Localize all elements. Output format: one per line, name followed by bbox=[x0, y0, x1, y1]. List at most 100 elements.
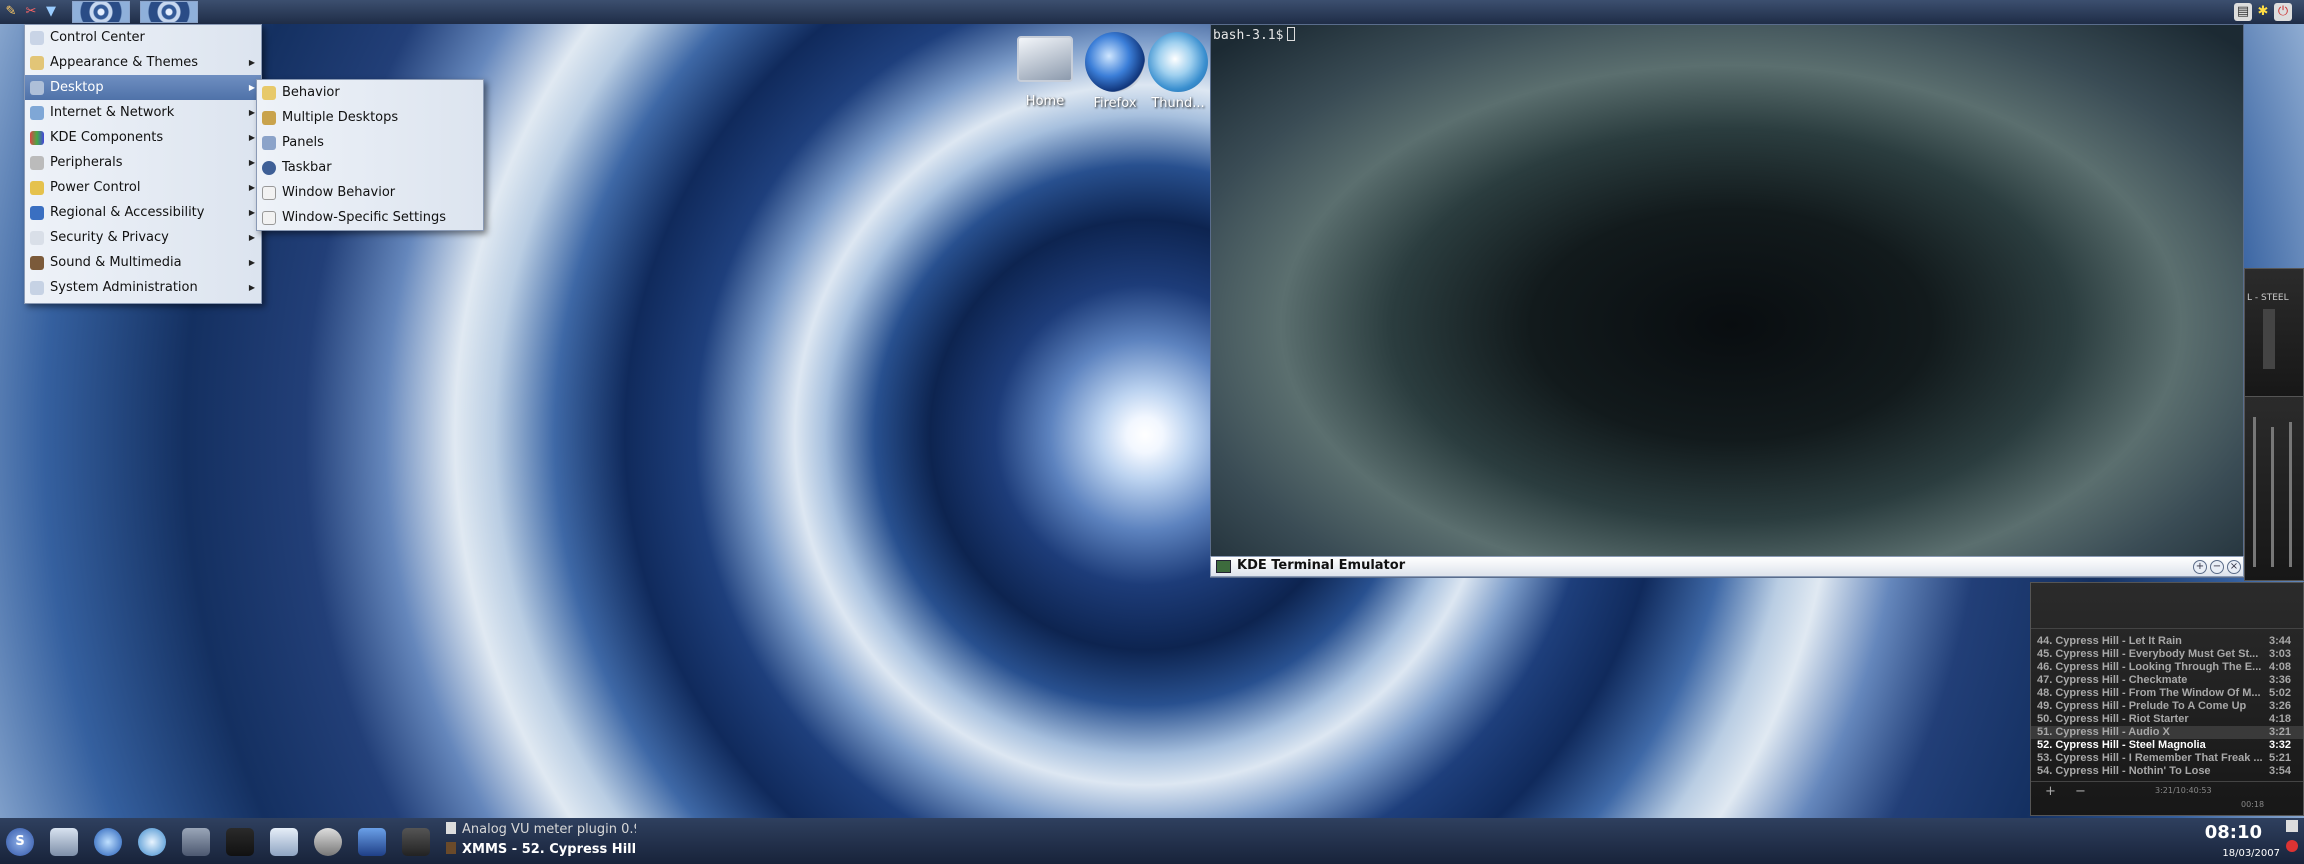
terminal-titlebar[interactable]: KDE Terminal Emulator + − × bbox=[1210, 556, 2244, 577]
tux-launcher-icon[interactable] bbox=[314, 828, 342, 856]
menu-item-power-control[interactable]: Power Control ▶ bbox=[25, 175, 261, 200]
menu-item-control-center[interactable]: Control Center bbox=[25, 25, 261, 50]
playlist-row[interactable]: 45. Cypress Hill - Everybody Must Get St… bbox=[2031, 648, 2303, 661]
playlist-row[interactable]: 53. Cypress Hill - I Remember That Freak… bbox=[2031, 752, 2303, 765]
xmms-main-window[interactable]: L - STEEL bbox=[2244, 268, 2304, 398]
firefox-launcher-icon[interactable] bbox=[94, 828, 122, 856]
gimp-launcher-icon[interactable] bbox=[182, 828, 210, 856]
konsole-launcher-icon[interactable] bbox=[270, 828, 298, 856]
submenu-item-taskbar[interactable]: Taskbar bbox=[257, 155, 483, 180]
menu-item-label: Panels bbox=[282, 135, 324, 150]
desktop-icon bbox=[30, 81, 44, 95]
menu-item-label: Internet & Network bbox=[50, 105, 175, 120]
kmenu-settings: Control Center Appearance & Themes ▶ Desk… bbox=[24, 24, 262, 304]
menu-item-regional[interactable]: Regional & Accessibility ▶ bbox=[25, 200, 261, 225]
taskbar-task-xmms[interactable]: XMMS - 52. Cypress Hill bbox=[446, 842, 636, 862]
menu-item-peripherals[interactable]: Peripherals ▶ bbox=[25, 150, 261, 175]
playlist-status: 3:21/10:40:53 bbox=[2155, 786, 2212, 795]
add-icon[interactable]: + bbox=[2045, 784, 2056, 799]
menu-item-security[interactable]: Security & Privacy ▶ bbox=[25, 225, 261, 250]
menu-item-system-admin[interactable]: System Administration ▶ bbox=[25, 275, 261, 300]
mixer-launcher-icon[interactable] bbox=[402, 828, 430, 856]
menu-item-label: Behavior bbox=[282, 85, 340, 100]
desktop-icon-home[interactable]: Home bbox=[1010, 32, 1080, 109]
desktop-launcher-icon[interactable] bbox=[50, 828, 78, 856]
tray-icon[interactable] bbox=[2286, 820, 2298, 832]
remove-icon[interactable]: − bbox=[2075, 784, 2086, 799]
playlist-row[interactable]: 49. Cypress Hill - Prelude To A Come Up 3… bbox=[2031, 700, 2303, 713]
menu-item-sound[interactable]: Sound & Multimedia ▶ bbox=[25, 250, 261, 275]
submenu-item-window-specific[interactable]: Window-Specific Settings bbox=[257, 205, 483, 230]
submenu-item-window-behavior[interactable]: Window Behavior bbox=[257, 180, 483, 205]
pager-desktop-2[interactable] bbox=[140, 1, 198, 23]
inkscape-launcher-icon[interactable] bbox=[226, 828, 254, 856]
eq-slider[interactable] bbox=[2289, 422, 2292, 567]
kde-components-icon bbox=[30, 131, 44, 145]
submenu-item-multiple-desktops[interactable]: Multiple Desktops bbox=[257, 105, 483, 130]
menu-item-appearance[interactable]: Appearance & Themes ▶ bbox=[25, 50, 261, 75]
clipboard-icon[interactable]: ▤ bbox=[2234, 3, 2252, 21]
eq-slider[interactable] bbox=[2271, 427, 2274, 567]
kmenu-button[interactable]: S bbox=[6, 828, 34, 856]
submenu-arrow-icon: ▶ bbox=[248, 83, 255, 92]
submenu-item-panels[interactable]: Panels bbox=[257, 130, 483, 155]
menu-item-label: Power Control bbox=[50, 180, 141, 195]
clock[interactable]: 08:10 bbox=[2205, 822, 2262, 843]
desktop-icon-thunderbird[interactable]: Thund... bbox=[1146, 32, 1210, 111]
terminal-prompt[interactable]: bash-3.1$ bbox=[1213, 27, 1296, 43]
pager-desktop-1[interactable] bbox=[72, 1, 130, 23]
playlist-row[interactable]: 44. Cypress Hill - Let It Rain 3:44 bbox=[2031, 635, 2303, 648]
playlist-row[interactable]: 50. Cypress Hill - Riot Starter 4:18 bbox=[2031, 713, 2303, 726]
playlist-row[interactable]: 51. Cypress Hill - Audio X 3:21 bbox=[2031, 726, 2303, 739]
sound-icon bbox=[30, 256, 44, 270]
eq-slider[interactable] bbox=[2253, 417, 2256, 567]
terminal-window[interactable]: bash-3.1$ bbox=[1210, 24, 2244, 578]
tray-alert-icon[interactable] bbox=[2286, 840, 2298, 852]
playlist-row-active[interactable]: 52. Cypress Hill - Steel Magnolia 3:32 bbox=[2031, 739, 2303, 752]
wrench-icon[interactable]: ✎ bbox=[2, 3, 20, 21]
menu-item-label: Peripherals bbox=[50, 155, 123, 170]
kde-launcher-icon[interactable] bbox=[358, 828, 386, 856]
xmms-equalizer[interactable] bbox=[2244, 396, 2304, 581]
minimize-button[interactable]: + bbox=[2193, 560, 2207, 574]
desktop-submenu: Behavior Multiple Desktops Panels Taskba… bbox=[256, 79, 484, 231]
regional-icon bbox=[30, 206, 44, 220]
maximize-button[interactable]: − bbox=[2210, 560, 2224, 574]
menu-item-internet[interactable]: Internet & Network ▶ bbox=[25, 100, 261, 125]
tools-icon[interactable]: ✂ bbox=[22, 3, 40, 21]
menu-item-label: Control Center bbox=[50, 30, 145, 45]
network-icon bbox=[30, 106, 44, 120]
download-icon[interactable]: ▼ bbox=[42, 3, 60, 21]
menu-item-kde-components[interactable]: KDE Components ▶ bbox=[25, 125, 261, 150]
multiple-desktops-icon bbox=[262, 111, 276, 125]
playlist-header bbox=[2031, 583, 2303, 629]
window-title: KDE Terminal Emulator bbox=[1237, 558, 1406, 573]
submenu-arrow-icon: ▶ bbox=[248, 133, 255, 142]
playlist-time: 00:18 bbox=[2241, 800, 2265, 809]
xmms-volume-slider[interactable] bbox=[2263, 309, 2275, 369]
peripherals-icon bbox=[30, 156, 44, 170]
xmms-playlist[interactable]: 44. Cypress Hill - Let It Rain 3:44 45. C… bbox=[2030, 582, 2304, 816]
top-panel: ✎ ✂ ▼ ▤ ✱ ⏻ bbox=[0, 0, 2304, 24]
logout-icon[interactable]: ⏻ bbox=[2274, 3, 2292, 21]
menu-item-label: Desktop bbox=[50, 80, 104, 95]
taskbar-task-vu-meter[interactable]: Analog VU meter plugin 0.9 bbox=[446, 822, 636, 842]
bottom-panel: S Analog VU meter plugin 0.9 XMMS - 52. … bbox=[0, 818, 2304, 864]
thunderbird-launcher-icon[interactable] bbox=[138, 828, 166, 856]
playlist-row[interactable]: 47. Cypress Hill - Checkmate 3:36 bbox=[2031, 674, 2303, 687]
taskbar-icon bbox=[262, 161, 276, 175]
terminal-icon bbox=[1216, 560, 1231, 573]
playlist-row[interactable]: 54. Cypress Hill - Nothin' To Lose 3:54 bbox=[2031, 765, 2303, 778]
prompt-text: bash-3.1$ bbox=[1213, 28, 1284, 43]
playlist-row[interactable]: 48. Cypress Hill - From The Window Of M.… bbox=[2031, 687, 2303, 700]
desktop-icon-firefox[interactable]: Firefox bbox=[1080, 32, 1150, 111]
submenu-arrow-icon: ▶ bbox=[248, 283, 255, 292]
close-button[interactable]: × bbox=[2227, 560, 2241, 574]
submenu-item-behavior[interactable]: Behavior bbox=[257, 80, 483, 105]
menu-item-desktop[interactable]: Desktop ▶ bbox=[25, 75, 261, 100]
window-specific-icon bbox=[262, 211, 276, 225]
playlist-row[interactable]: 46. Cypress Hill - Looking Through The E… bbox=[2031, 661, 2303, 674]
lock-icon[interactable]: ✱ bbox=[2254, 3, 2272, 21]
playlist-rows: 44. Cypress Hill - Let It Rain 3:44 45. C… bbox=[2031, 629, 2303, 778]
desktop-icon-label: Thund... bbox=[1151, 96, 1205, 111]
